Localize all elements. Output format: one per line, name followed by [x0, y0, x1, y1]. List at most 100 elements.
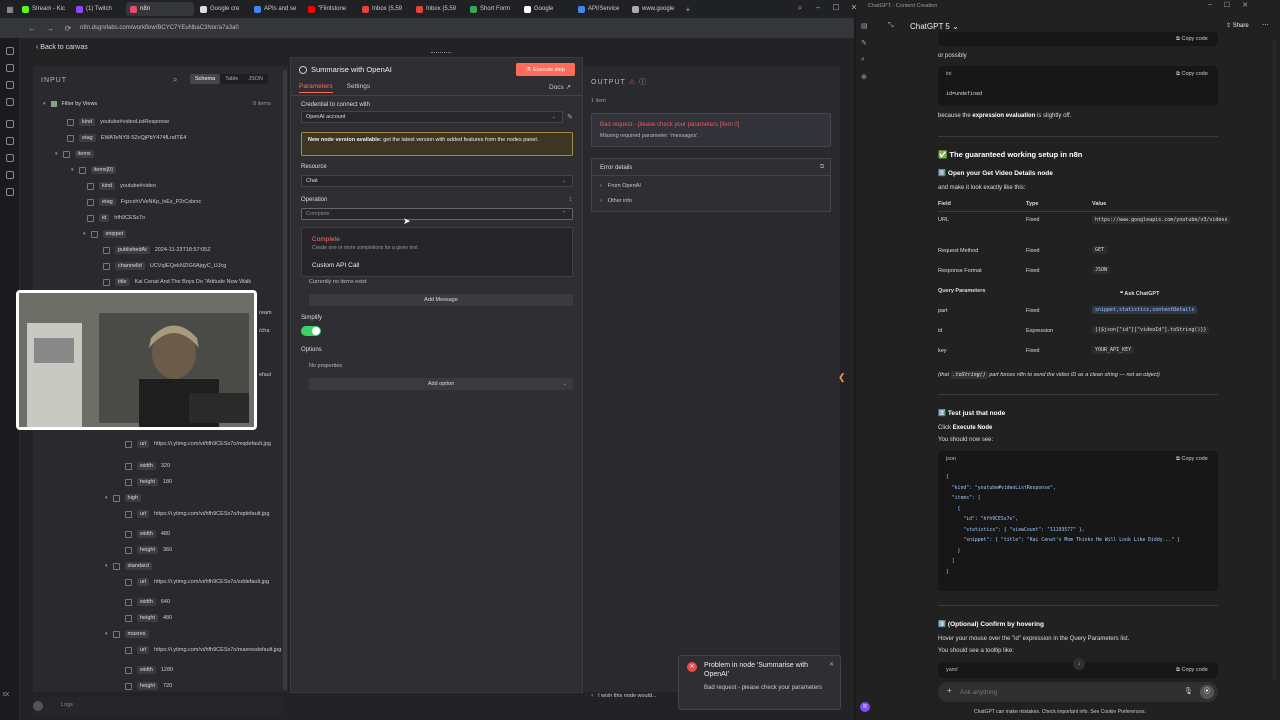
close-icon[interactable]: ✕ — [1242, 1, 1248, 9]
home-icon[interactable] — [5, 47, 14, 55]
execute-step-button[interactable]: ⚗ Execute step — [516, 63, 575, 76]
ask-input[interactable] — [960, 686, 1160, 698]
field-key[interactable]: standard — [124, 562, 152, 570]
view-table[interactable]: Table — [220, 74, 243, 84]
field-key[interactable]: width — [137, 462, 156, 470]
settings-icon[interactable] — [5, 188, 14, 196]
field-key[interactable]: height — [137, 682, 158, 690]
browser-tab[interactable]: Short Form — [466, 2, 518, 16]
field-key[interactable]: kind — [99, 182, 116, 190]
browser-tab[interactable]: Stream - Kic — [18, 2, 70, 16]
search-icon[interactable]: ⌕ — [794, 3, 806, 13]
feedback-link[interactable]: ♀ I wish this node would... — [590, 693, 657, 699]
caret-icon[interactable]: ▾ — [55, 151, 58, 157]
field-key[interactable]: url — [137, 578, 150, 586]
logs-bar[interactable]: Logs — [33, 697, 283, 715]
from-openai-row[interactable]: › From OpenAI — [600, 183, 641, 189]
ask-chatgpt-button[interactable]: ❝ Ask ChatGPT — [1120, 291, 1159, 297]
edit-pencil-icon[interactable]: ✎ — [567, 113, 573, 121]
copy-icon[interactable]: ⧉ — [820, 164, 824, 171]
caret-icon[interactable]: ▾ — [105, 495, 108, 501]
field-key[interactable]: maxres — [124, 630, 149, 638]
field-key[interactable]: id — [99, 214, 110, 222]
scroll-down-icon[interactable]: ↓ — [1073, 658, 1085, 670]
field-key[interactable]: publishedAt — [115, 246, 150, 254]
docs-link[interactable]: Docs ↗ — [549, 83, 571, 91]
field-key[interactable]: url — [137, 440, 150, 448]
option-custom-api-call[interactable]: Custom API Call — [312, 262, 359, 269]
search-icon[interactable]: ⌕ — [861, 56, 868, 64]
new-tab-icon[interactable]: + — [682, 5, 694, 14]
browser-tab[interactable]: n8n — [126, 2, 194, 16]
user-avatar[interactable]: R — [860, 702, 870, 712]
workflow-icon[interactable] — [5, 64, 14, 72]
mic-icon[interactable]: 🎙 — [1184, 687, 1193, 695]
minimize-icon[interactable]: – — [1208, 1, 1212, 9]
browser-tab[interactable]: www.google — [628, 2, 680, 16]
operation-select[interactable]: Complete ⌃ — [301, 208, 573, 220]
resource-select[interactable]: Chat ⌄ — [301, 175, 573, 187]
caret-icon[interactable]: ▾ — [83, 231, 86, 237]
field-key[interactable]: high — [124, 494, 141, 502]
scrollbar[interactable] — [283, 70, 287, 690]
field-key[interactable]: snippet — [102, 230, 127, 238]
url-text[interactable]: n8n.dsgnrlabs.com/workflow/BCYC7YEuNbaC3… — [80, 25, 239, 31]
insights-icon[interactable] — [5, 154, 14, 162]
copy-code-button[interactable]: ⧉ Copy code — [1176, 36, 1208, 43]
maximize-icon[interactable]: ☐ — [1224, 1, 1230, 9]
avatar[interactable] — [33, 701, 43, 711]
back-arrow-icon[interactable]: ← — [26, 24, 38, 33]
credential-select[interactable]: OpenAI account ⌄ — [301, 111, 563, 123]
browser-tab[interactable]: API/Service — [574, 2, 626, 16]
field-key[interactable]: height — [137, 546, 158, 554]
caret-icon[interactable]: ▾ — [71, 167, 74, 173]
sidebar-toggle-icon[interactable]: ▤ — [861, 22, 868, 30]
minimize-icon[interactable]: – — [812, 3, 824, 13]
library-icon[interactable]: ⊕ — [861, 73, 868, 81]
field-key[interactable]: title — [115, 278, 130, 286]
drag-handle[interactable] — [431, 52, 451, 56]
templates-icon[interactable] — [5, 120, 14, 128]
credentials-icon[interactable] — [5, 81, 14, 89]
forward-arrow-icon[interactable]: → — [44, 24, 56, 33]
simplify-toggle[interactable] — [301, 326, 321, 336]
field-key[interactable]: url — [137, 510, 150, 518]
executions-icon[interactable] — [5, 98, 14, 106]
field-key[interactable]: kind — [79, 118, 96, 126]
caret-icon[interactable]: ▾ — [43, 101, 46, 107]
collapse-handle-icon[interactable]: ❮ — [838, 372, 846, 383]
back-to-canvas-link[interactable]: ‹ Back to canvas — [36, 44, 88, 51]
tab-actions-icon[interactable]: ▦ — [4, 5, 16, 14]
field-key[interactable]: etag — [79, 134, 96, 142]
field-key[interactable]: etag — [99, 198, 116, 206]
browser-tab[interactable]: Google cre — [196, 2, 248, 16]
help-icon[interactable] — [5, 171, 14, 179]
copy-code-button[interactable]: ⧉ Copy code — [1176, 456, 1208, 463]
share-button[interactable]: ⇪ Share — [1226, 22, 1249, 29]
view-schema[interactable]: Schema — [190, 74, 221, 84]
field-key[interactable]: width — [137, 530, 156, 538]
copy-code-button[interactable]: ⧉ Copy code — [1176, 667, 1208, 674]
plus-icon[interactable]: + — [947, 686, 952, 695]
field-key[interactable]: url — [137, 646, 150, 654]
model-selector[interactable]: ChatGPT 5 ⌄ — [910, 22, 959, 31]
browser-tab[interactable]: (1) Twitch — [72, 2, 124, 16]
maximize-icon[interactable]: ☐ — [830, 3, 842, 13]
node-title[interactable]: Summarise with OpenAI — [311, 65, 392, 74]
view-json[interactable]: JSON — [243, 74, 268, 84]
browser-tab[interactable]: Google — [520, 2, 572, 16]
tab-settings[interactable]: Settings — [347, 83, 371, 93]
browser-tab[interactable]: Inbox (5,59 — [412, 2, 464, 16]
tab-parameters[interactable]: Parameters — [299, 83, 333, 93]
browser-tab[interactable]: "Flintstone — [304, 2, 356, 16]
field-key[interactable]: channelId — [115, 262, 145, 270]
other-info-row[interactable]: › Other info — [600, 198, 632, 204]
close-icon[interactable]: ✕ — [829, 661, 834, 668]
share-chat-icon[interactable]: ⤡ — [888, 22, 894, 30]
add-option-button[interactable]: Add option ⌄ — [309, 378, 573, 390]
new-chat-icon[interactable]: ✎ — [861, 39, 868, 47]
field-key[interactable]: items[0] — [90, 166, 116, 174]
info-icon[interactable]: ⓘ — [639, 77, 647, 87]
more-options-icon[interactable]: ⋯ — [1262, 21, 1269, 29]
field-key[interactable]: height — [137, 478, 158, 486]
